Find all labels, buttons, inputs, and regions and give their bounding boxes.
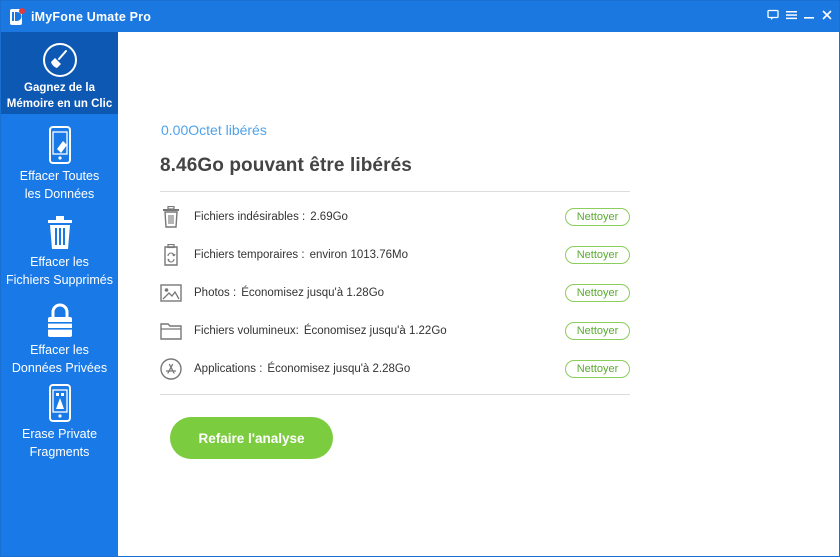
sidebar-item-erase-fragments[interactable]: Erase Private Fragments — [1, 382, 118, 464]
page-title: 8.46Go pouvant être libérés — [160, 155, 412, 176]
photo-icon — [160, 281, 182, 305]
app-store-icon — [160, 357, 182, 381]
app-logo-icon — [9, 7, 25, 26]
window-controls — [767, 8, 833, 22]
sidebar-item-erase-private[interactable]: Effacer les Données Privées — [1, 298, 118, 380]
sidebar-item-label: Effacer Toutes les Données — [19, 169, 100, 201]
trash-can-icon — [160, 205, 182, 229]
sidebar-item-erase-all[interactable]: Effacer Toutes les Données — [1, 122, 118, 204]
row-label: Fichiers indésirables : — [194, 211, 306, 223]
app-title: iMyFone Umate Pro — [31, 9, 152, 24]
sidebar-item-label: Effacer les Données Privées — [11, 343, 108, 375]
app-window: iMyFone Umate Pro Gagnez de la Mémoire e… — [0, 0, 840, 557]
row-label: Applications : — [194, 363, 263, 375]
lock-icon — [1, 298, 118, 338]
close-icon[interactable] — [821, 8, 833, 22]
feedback-icon[interactable] — [767, 8, 779, 22]
clean-button[interactable]: Nettoyer — [565, 322, 630, 340]
sidebar-item-free-memory[interactable]: Gagnez de la Mémoire en un Clic — [1, 32, 118, 114]
sidebar: Gagnez de la Mémoire en un Clic Effacer … — [1, 32, 118, 556]
divider-top — [160, 191, 630, 192]
title-bar: iMyFone Umate Pro — [1, 1, 839, 32]
broom-icon — [1, 32, 118, 78]
row-value: 2.69Go — [310, 211, 348, 223]
list-item-large-files: Fichiers volumineux: Économisez jusqu'à … — [160, 316, 630, 346]
sidebar-item-label: Effacer les Fichiers Supprimés — [6, 255, 113, 287]
row-value: Économisez jusqu'à 1.22Go — [303, 325, 447, 337]
rescan-button[interactable]: Refaire l'analyse — [170, 417, 333, 459]
sidebar-item-erase-deleted[interactable]: Effacer les Fichiers Supprimés — [1, 210, 118, 292]
sidebar-item-label: Erase Private Fragments — [21, 427, 98, 459]
list-item-applications: Applications : Économisez jusqu'à 2.28Go… — [160, 354, 630, 384]
row-label: Photos : — [194, 287, 237, 299]
sidebar-item-label: Gagnez de la Mémoire en un Clic — [6, 82, 113, 110]
row-value: Économisez jusqu'à 1.28Go — [241, 287, 385, 299]
phone-fragments-icon — [1, 382, 118, 422]
main-panel: 0.00Octet libérés 8.46Go pouvant être li… — [118, 32, 839, 556]
list-item-junk-files: Fichiers indésirables : 2.69Go Nettoyer — [160, 202, 630, 232]
row-label: Fichiers temporaires : — [194, 249, 305, 261]
divider-bottom — [160, 394, 630, 395]
menu-icon[interactable] — [785, 8, 797, 22]
clean-button[interactable]: Nettoyer — [565, 360, 630, 378]
row-label: Fichiers volumineux: — [194, 325, 299, 337]
phone-erase-icon — [1, 122, 118, 164]
list-item-photos: Photos : Économisez jusqu'à 1.28Go Netto… — [160, 278, 630, 308]
folder-icon — [160, 319, 182, 343]
clean-button[interactable]: Nettoyer — [565, 208, 630, 226]
freed-amount: 0.00Octet libérés — [161, 122, 267, 138]
row-value: Économisez jusqu'à 2.28Go — [267, 363, 411, 375]
minimize-icon[interactable] — [803, 8, 815, 22]
trash-icon — [1, 210, 118, 250]
clean-button[interactable]: Nettoyer — [565, 246, 630, 264]
row-value: environ 1013.76Mo — [309, 249, 409, 261]
temp-file-icon — [160, 243, 182, 267]
list-item-temp-files: Fichiers temporaires : environ 1013.76Mo… — [160, 240, 630, 270]
clean-button[interactable]: Nettoyer — [565, 284, 630, 302]
